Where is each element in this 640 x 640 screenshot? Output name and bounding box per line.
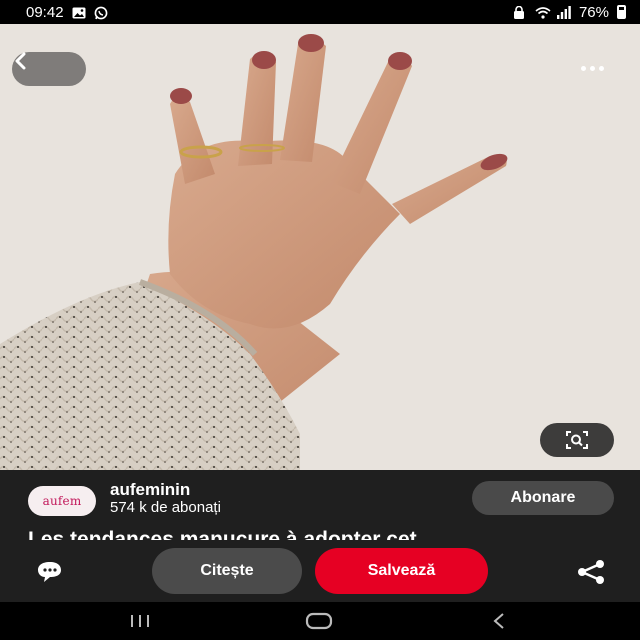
author-name[interactable]: aufeminin [110,480,190,500]
share-button[interactable] [573,559,609,585]
comment-button[interactable] [30,560,70,584]
battery-percent: 76% [578,3,609,21]
clock: 09:42 [26,3,64,21]
read-button[interactable]: Citește [152,548,302,594]
follower-count: 574 k de abonați [110,499,221,516]
more-dot [598,65,604,71]
visual-search-button[interactable] [540,423,614,457]
home-icon [305,612,333,630]
status-left: 09:42 [26,4,108,21]
more-horizontal-icon [580,65,586,71]
avatar-logo-text: aufem [42,494,82,508]
more-dot [589,65,595,71]
signal-icon [556,6,571,19]
visual-search-icon [566,431,588,449]
share-icon [578,560,604,584]
comment-icon [38,562,61,582]
pin-title-container: Les tendances manucure à adopter cet [28,526,618,540]
system-nav-bar [0,602,640,640]
home-button[interactable] [304,610,334,632]
status-bar: 09:42 76% [0,0,640,24]
battery-icon [617,5,626,19]
hand-photo [0,24,640,470]
pin-image[interactable] [0,24,640,470]
save-button[interactable]: Salvează [315,548,488,594]
follow-button[interactable]: Abonare [472,481,614,515]
wifi-icon [535,6,551,19]
back-icon [493,613,504,629]
more-options-button[interactable] [572,58,612,78]
pin-details-panel: aufem aufeminin 574 k de abonați Abonare… [0,470,640,602]
whatsapp-icon [94,6,108,20]
chevron-left-icon [15,52,26,70]
nav-back-button[interactable] [488,610,510,632]
back-button[interactable] [12,52,86,86]
avatar[interactable]: aufem [28,486,96,516]
recent-apps-button[interactable] [126,610,154,632]
status-right: 76% [513,4,626,21]
recent-apps-icon [131,615,149,627]
pin-title: Les tendances manucure à adopter cet [28,528,417,540]
lock-icon [513,5,527,19]
gallery-icon [72,6,86,19]
